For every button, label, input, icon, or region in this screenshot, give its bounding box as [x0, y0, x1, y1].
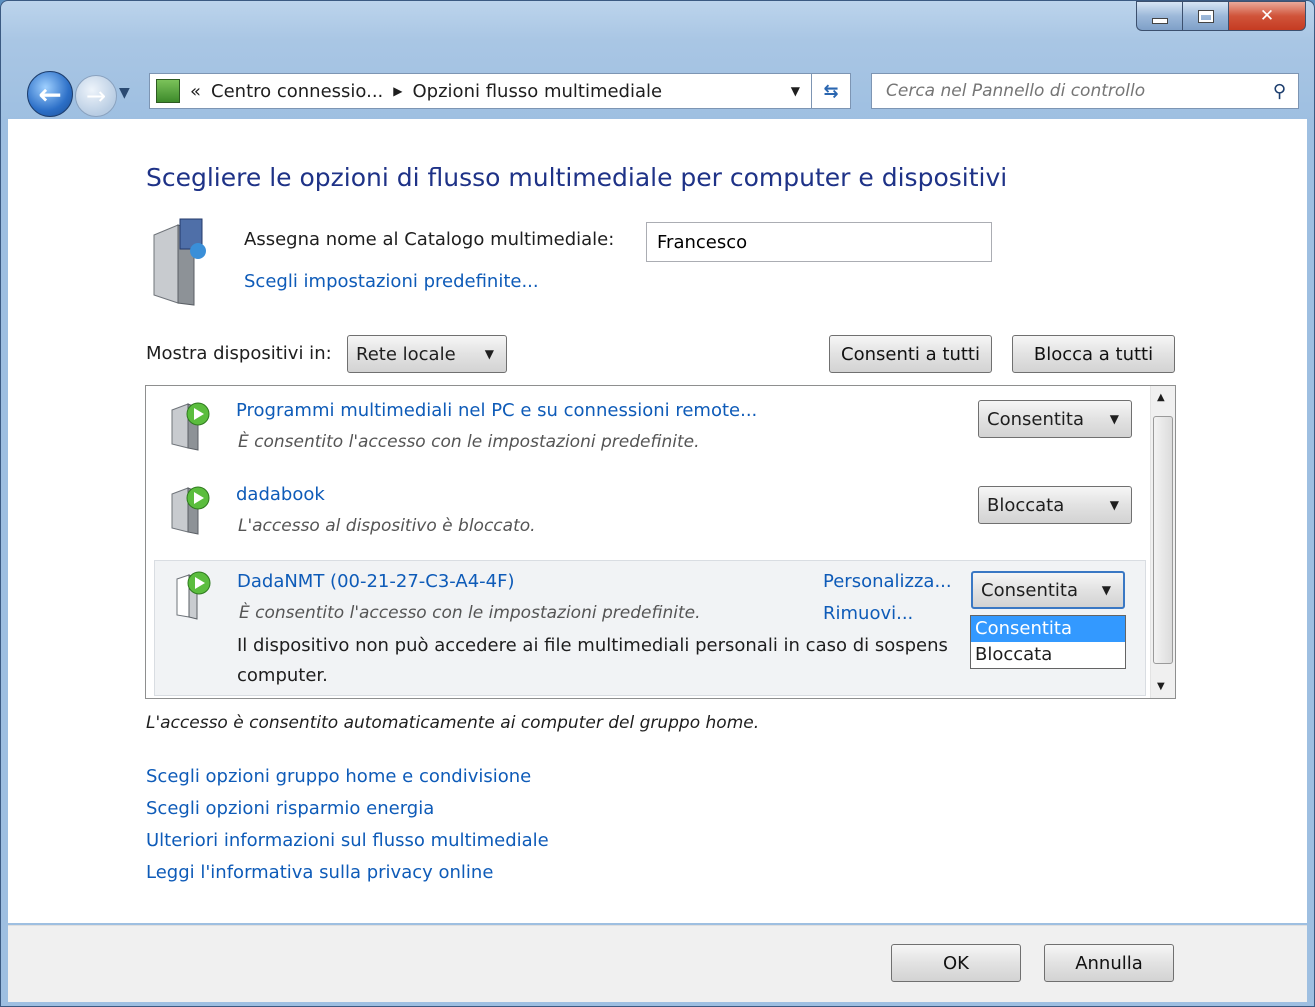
dropdown-option-allowed[interactable]: Consentita: [971, 616, 1125, 642]
chevron-down-icon: ▼: [1101, 583, 1111, 597]
search-box[interactable]: ⚲: [871, 73, 1299, 109]
address-dropdown-icon[interactable]: ▼: [791, 84, 800, 98]
chevron-down-icon: ▼: [1109, 498, 1119, 512]
navigation-bar: ← → ▼ « Centro connessio... ▶ Opzioni fl…: [1, 65, 1314, 117]
customize-link[interactable]: Personalizza...: [823, 571, 952, 592]
control-panel-icon: [156, 79, 180, 103]
window: ✕ ← → ▼ « Centro connessio... ▶ Opzioni …: [0, 0, 1315, 1007]
maximize-button[interactable]: [1182, 1, 1228, 31]
cancel-button[interactable]: Annulla: [1044, 944, 1174, 982]
refresh-icon: ⇆: [823, 80, 839, 102]
block-all-button[interactable]: Blocca a tutti: [1012, 335, 1175, 373]
device-title[interactable]: DadaNMT (00-21-27-C3-A4-4F): [237, 571, 515, 592]
close-icon: ✕: [1259, 6, 1275, 26]
search-input[interactable]: [884, 80, 1258, 102]
device-row[interactable]: dadabook L'accesso al dispositivo è bloc…: [146, 472, 1146, 558]
maximize-icon: [1197, 9, 1214, 23]
media-device-icon: [171, 486, 210, 535]
device-access-value: Consentita: [981, 579, 1078, 601]
homegroup-note: L'accesso è consentito automaticamente a…: [146, 713, 760, 733]
media-device-icon: [176, 571, 211, 620]
address-bar[interactable]: « Centro connessio... ▶ Opzioni flusso m…: [149, 73, 851, 109]
device-access-select[interactable]: Consentita ▼: [971, 571, 1125, 609]
media-device-icon: [171, 402, 210, 451]
device-subtitle: È consentito l'accesso con le impostazio…: [238, 432, 700, 452]
access-dropdown-menu: Consentita Bloccata: [970, 615, 1126, 669]
device-access-select[interactable]: Bloccata ▼: [978, 486, 1132, 524]
device-title[interactable]: Programmi multimediali nel PC e su conne…: [236, 400, 757, 421]
allow-all-button[interactable]: Consenti a tutti: [829, 335, 992, 373]
back-button[interactable]: ←: [27, 71, 73, 117]
content-area: Scegliere le opzioni di flusso multimedi…: [8, 119, 1307, 923]
scrollbar-thumb[interactable]: [1153, 416, 1173, 664]
library-name-label: Assegna nome al Catalogo multimediale:: [244, 229, 615, 250]
device-row[interactable]: Programmi multimediali nel PC e su conne…: [146, 386, 1146, 472]
caption-buttons: ✕: [1136, 1, 1306, 39]
related-links: Scegli opzioni gruppo home e condivision…: [146, 761, 549, 889]
chevron-down-icon: ▼: [1109, 412, 1119, 426]
library-name-input[interactable]: [646, 222, 992, 262]
device-access-select[interactable]: Consentita ▼: [978, 400, 1132, 438]
device-warning-line-2: computer.: [237, 665, 328, 686]
network-select-value: Rete locale: [356, 343, 456, 365]
scroll-down-icon[interactable]: ▼: [1157, 681, 1165, 692]
network-select[interactable]: Rete locale ▼: [347, 335, 507, 373]
device-access-value: Bloccata: [987, 494, 1065, 516]
minimize-button[interactable]: [1136, 1, 1182, 31]
chevron-down-icon: ▼: [484, 347, 494, 361]
close-button[interactable]: ✕: [1228, 1, 1306, 31]
back-arrow-icon: ←: [38, 77, 62, 111]
ok-button[interactable]: OK: [891, 944, 1021, 982]
forward-button[interactable]: →: [75, 75, 117, 117]
minimize-icon: [1151, 18, 1168, 24]
dialog-footer: OK Annulla: [8, 925, 1307, 1002]
privacy-link[interactable]: Leggi l'informativa sulla privacy online: [146, 857, 549, 889]
forward-arrow-icon: →: [85, 82, 107, 110]
device-title[interactable]: dadabook: [236, 484, 325, 505]
media-library-icon: [153, 218, 206, 306]
dropdown-option-blocked[interactable]: Bloccata: [971, 642, 1125, 668]
history-dropdown-icon[interactable]: ▼: [119, 85, 130, 101]
page-title: Scegliere le opzioni di flusso multimedi…: [146, 163, 1008, 192]
device-subtitle: È consentito l'accesso con le impostazio…: [239, 603, 701, 623]
breadcrumb-separator-icon[interactable]: ▶: [393, 84, 402, 98]
homegroup-options-link[interactable]: Scegli opzioni gruppo home e condivision…: [146, 761, 549, 793]
default-settings-link[interactable]: Scegli impostazioni predefinite...: [244, 271, 539, 292]
breadcrumb-media-streaming[interactable]: Opzioni flusso multimediale: [413, 81, 663, 102]
streaming-info-link[interactable]: Ulteriori informazioni sul flusso multim…: [146, 825, 549, 857]
list-scrollbar[interactable]: ▲ ▼: [1150, 386, 1175, 698]
refresh-button[interactable]: ⇆: [811, 74, 850, 108]
search-icon[interactable]: ⚲: [1273, 81, 1286, 102]
device-access-value: Consentita: [987, 408, 1084, 430]
power-options-link[interactable]: Scegli opzioni risparmio energia: [146, 793, 549, 825]
show-devices-label: Mostra dispositivi in:: [146, 343, 332, 364]
device-subtitle: L'accesso al dispositivo è bloccato.: [238, 516, 536, 536]
scroll-up-icon[interactable]: ▲: [1157, 392, 1165, 403]
breadcrumb-network-center[interactable]: Centro connessio...: [211, 81, 383, 102]
device-warning-line-1: Il dispositivo non può accedere ai file …: [237, 635, 948, 656]
remove-link[interactable]: Rimuovi...: [823, 603, 913, 624]
history-prefix[interactable]: «: [190, 81, 201, 102]
